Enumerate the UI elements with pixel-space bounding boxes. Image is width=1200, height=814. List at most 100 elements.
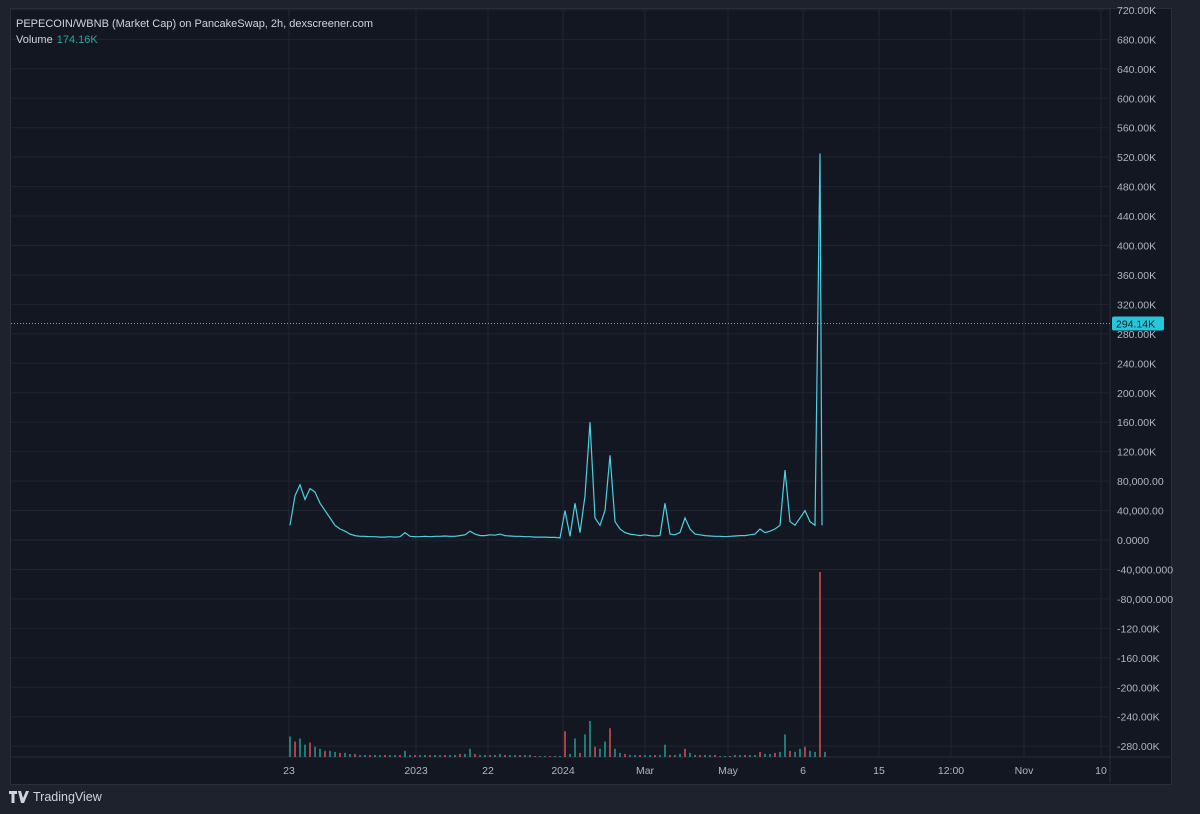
volume-bar xyxy=(339,752,341,757)
volume-bar xyxy=(354,753,356,757)
volume-bar xyxy=(544,755,546,757)
volume-bar xyxy=(614,748,616,757)
volume-bar xyxy=(539,755,541,757)
volume-bar xyxy=(784,734,786,757)
volume-bar xyxy=(449,754,451,757)
y-tick-label: 400.00K xyxy=(1117,241,1156,253)
volume-bar xyxy=(524,754,526,757)
volume-bar xyxy=(294,741,296,757)
volume-bar xyxy=(684,748,686,757)
y-tick-label: -240.00K xyxy=(1117,712,1160,724)
chart-canvas[interactable]: 720.00K 680.00K 640.00K 600.00K 560.00K 520.0… xyxy=(0,0,1200,814)
y-tick-label: -160.00K xyxy=(1117,653,1160,665)
volume-bar xyxy=(289,736,291,757)
volume-bar xyxy=(699,754,701,757)
x-tick-label: 2024 xyxy=(551,765,575,777)
x-tick-label: 23 xyxy=(283,765,295,777)
volume-bar xyxy=(304,744,306,757)
volume-bar xyxy=(529,754,531,757)
volume-bar xyxy=(639,754,641,757)
volume-bar xyxy=(484,754,486,757)
volume-bar xyxy=(674,754,676,757)
chart-title: PEPECOIN/WBNB (Market Cap) on PancakeSwa… xyxy=(16,18,374,30)
volume-bar xyxy=(439,754,441,757)
volume-bar xyxy=(579,752,581,757)
volume-bar xyxy=(469,748,471,757)
volume-bar xyxy=(679,753,681,757)
volume-bar xyxy=(344,752,346,757)
volume-bar xyxy=(489,754,491,757)
brand-label: TradingView xyxy=(33,790,102,804)
volume-bar xyxy=(744,754,746,757)
volume-bar xyxy=(709,754,711,757)
volume-bar xyxy=(819,572,821,757)
y-tick-label: 480.00K xyxy=(1117,182,1156,194)
y-tick-label: 80,000.00 xyxy=(1117,476,1164,488)
y-tick-label: 120.00K xyxy=(1117,447,1156,459)
y-tick-label: 280.00K xyxy=(1117,329,1156,341)
volume-bar xyxy=(549,755,551,757)
volume-bar xyxy=(769,753,771,757)
volume-bar xyxy=(324,750,326,757)
x-tick-label: 15 xyxy=(873,765,885,777)
y-tick-label: 560.00K xyxy=(1117,123,1156,135)
volume-value: 174.16K xyxy=(56,34,98,46)
volume-bar xyxy=(599,748,601,757)
y-tick-label: 320.00K xyxy=(1117,299,1156,311)
volume-bar xyxy=(459,753,461,757)
chart-legend: PEPECOIN/WBNB (Market Cap) on PancakeSwa… xyxy=(16,16,373,48)
x-tick-label: May xyxy=(718,765,739,777)
volume-bar xyxy=(379,754,381,757)
volume-bar xyxy=(644,754,646,757)
volume-bar xyxy=(734,754,736,757)
volume-bar xyxy=(774,752,776,757)
volume-bar xyxy=(619,752,621,757)
volume-bar xyxy=(649,754,651,757)
volume-label: Volume xyxy=(16,34,53,46)
volume-bar xyxy=(824,751,826,757)
volume-bar xyxy=(364,754,366,757)
volume-bar xyxy=(754,754,756,757)
volume-bar xyxy=(399,754,401,757)
volume-bar xyxy=(694,754,696,757)
volume-bar xyxy=(609,728,611,757)
y-tick-label: 720.00K xyxy=(1117,5,1156,17)
volume-bar xyxy=(359,754,361,757)
x-tick-label: 12:00 xyxy=(938,765,964,777)
volume-bar xyxy=(429,754,431,757)
volume-bar xyxy=(499,753,501,757)
volume-bar xyxy=(514,754,516,757)
volume-bar xyxy=(669,754,671,757)
volume-bar xyxy=(719,755,721,757)
x-tick-label: 22 xyxy=(482,765,494,777)
y-tick-label: -120.00K xyxy=(1117,623,1160,635)
y-tick-label: 520.00K xyxy=(1117,152,1156,164)
volume-bar xyxy=(374,754,376,757)
volume-bar xyxy=(569,753,571,757)
x-tick-label: 10 xyxy=(1095,765,1107,777)
volume-bar xyxy=(589,721,591,757)
y-tick-label: 0.0000 xyxy=(1117,535,1149,547)
y-tick-label: 160.00K xyxy=(1117,417,1156,429)
volume-bar xyxy=(554,755,556,757)
y-tick-label: 640.00K xyxy=(1117,64,1156,76)
tradingview-icon xyxy=(9,791,29,803)
volume-bar xyxy=(729,755,731,757)
volume-bar xyxy=(504,754,506,757)
volume-bar xyxy=(314,746,316,757)
volume-bar xyxy=(454,754,456,757)
volume-bar xyxy=(479,754,481,757)
volume-bar xyxy=(764,753,766,757)
volume-bar xyxy=(804,746,806,757)
y-tick-label: 200.00K xyxy=(1117,388,1156,400)
volume-bar xyxy=(419,754,421,757)
volume-bar xyxy=(574,738,576,757)
tradingview-logo[interactable]: TradingView xyxy=(9,790,102,804)
volume-bar xyxy=(809,750,811,757)
volume-bar xyxy=(759,751,761,757)
x-tick-label: Nov xyxy=(1015,765,1034,777)
volume-bar xyxy=(689,752,691,757)
volume-bar xyxy=(519,754,521,757)
y-tick-label: 40,000.00 xyxy=(1117,506,1164,518)
y-tick-label: -280.00K xyxy=(1117,741,1160,753)
